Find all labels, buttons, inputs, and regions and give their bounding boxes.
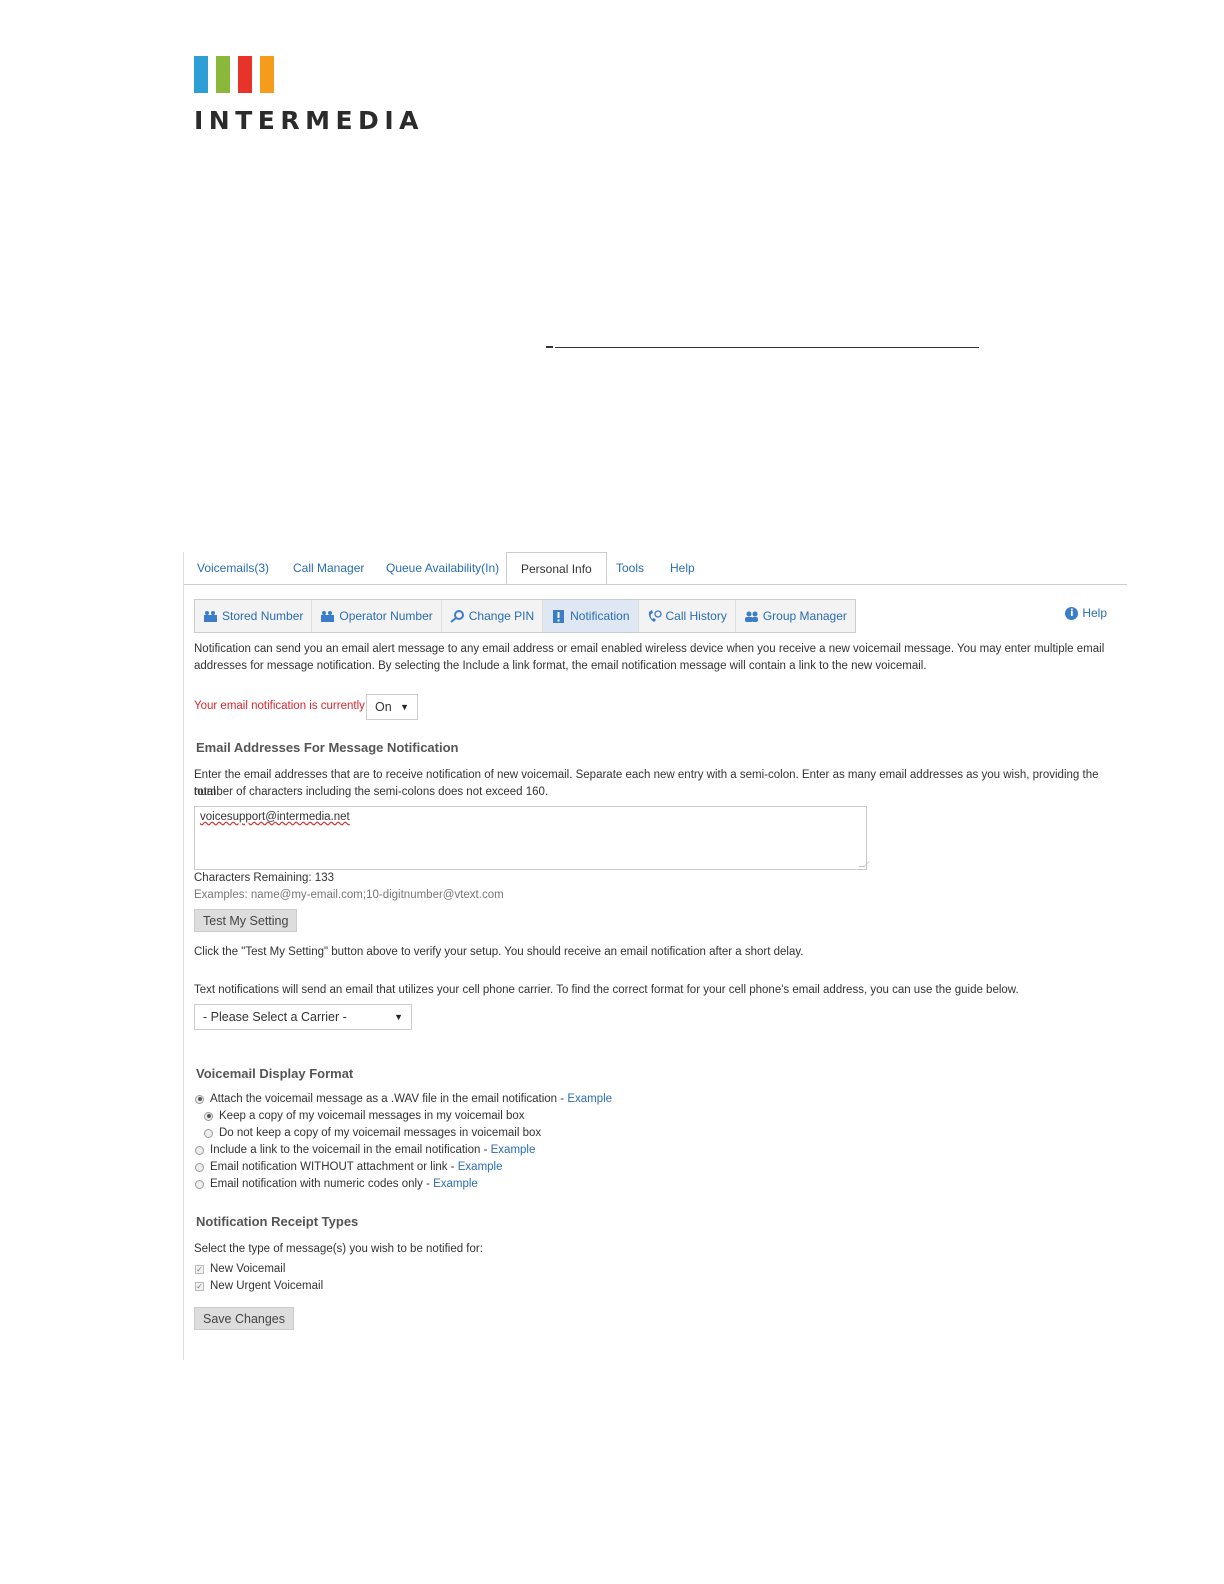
stored-number-icon <box>203 610 218 623</box>
checkbox-new-voicemail[interactable]: ✓ <box>195 1264 204 1274</box>
change-pin-icon <box>450 609 465 623</box>
checkbox-label: New Urgent Voicemail <box>210 1280 324 1292</box>
subtab-label: Change PIN <box>468 609 535 623</box>
format-option-keep-copy[interactable]: Keep a copy of my voicemail messages in … <box>204 1110 525 1122</box>
subtab-stored-number[interactable]: Stored Number <box>195 600 313 632</box>
radio-no-copy[interactable] <box>204 1128 213 1138</box>
tab-tools[interactable]: Tools <box>616 561 644 575</box>
notification-icon <box>551 609 566 623</box>
subtab-label: Call History <box>665 609 727 623</box>
help-label: Help <box>1082 606 1107 620</box>
subtab-notification[interactable]: Notification <box>543 600 639 632</box>
intro-line-1: Notification can send you an email alert… <box>194 643 1105 655</box>
receipt-new-urgent-voicemail[interactable]: ✓ New Urgent Voicemail <box>195 1280 323 1292</box>
subtab-label: Group Manager <box>762 609 847 623</box>
operator-number-icon <box>320 610 335 623</box>
sub-navigation: Stored Number Operator Number Change PIN… <box>194 599 856 633</box>
format-section-heading: Voicemail Display Format <box>196 1066 354 1081</box>
receipt-description: Select the type of message(s) you wish t… <box>194 1243 483 1255</box>
resize-grip-icon[interactable] <box>858 861 870 867</box>
chevron-down-icon: ▼ <box>400 702 409 712</box>
radio-keep-copy[interactable] <box>204 1111 213 1121</box>
email-addresses-value: voicesupport@intermedia.net <box>200 811 350 823</box>
notification-status-value: On <box>375 700 392 714</box>
checkbox-new-urgent-voicemail[interactable]: ✓ <box>195 1281 204 1291</box>
radio-include-link[interactable] <box>195 1145 204 1155</box>
tab-help[interactable]: Help <box>670 561 695 575</box>
option-label: Attach the voicemail message as a .WAV f… <box>210 1093 613 1105</box>
example-link[interactable]: Example <box>433 1178 478 1190</box>
subtab-change-pin[interactable]: Change PIN <box>442 600 544 632</box>
top-navigation: Voicemails(3) Call Manager Queue Availab… <box>184 552 1127 585</box>
email-addresses-textarea[interactable]: voicesupport@intermedia.net <box>194 806 870 870</box>
help-link[interactable]: i Help <box>1065 606 1107 620</box>
example-link[interactable]: Example <box>567 1093 612 1105</box>
tab-voicemails[interactable]: Voicemails(3) <box>197 561 269 575</box>
subtab-label: Stored Number <box>222 609 304 623</box>
tab-queue-availability[interactable]: Queue Availability(In) <box>386 561 499 575</box>
receipt-new-voicemail[interactable]: ✓ New Voicemail <box>195 1263 285 1275</box>
notification-status-label: Your email notification is currently <box>194 700 365 712</box>
subtab-group-manager[interactable]: Group Manager <box>736 600 855 632</box>
carrier-select[interactable]: - Please Select a Carrier - ▼ <box>194 1004 412 1030</box>
option-label: Keep a copy of my voicemail messages in … <box>219 1110 525 1122</box>
email-section-heading: Email Addresses For Message Notification <box>196 740 459 755</box>
tab-personal-info[interactable]: Personal Info <box>506 552 607 584</box>
save-changes-button[interactable]: Save Changes <box>194 1307 295 1330</box>
example-link[interactable]: Example <box>458 1161 503 1173</box>
option-label: Do not keep a copy of my voicemail messa… <box>219 1127 542 1139</box>
logo-bar-green <box>216 56 230 93</box>
format-option-no-copy[interactable]: Do not keep a copy of my voicemail messa… <box>204 1127 541 1139</box>
subtab-label: Operator Number <box>339 609 433 623</box>
radio-attach-wav[interactable] <box>195 1094 204 1104</box>
logo-bar-blue <box>194 56 208 93</box>
format-option-numeric-codes[interactable]: Email notification with numeric codes on… <box>195 1178 478 1190</box>
notification-settings-panel: Voicemails(3) Call Manager Queue Availab… <box>183 552 1127 1360</box>
test-setting-description: Click the "Test My Setting" button above… <box>194 946 804 958</box>
option-label: Include a link to the voicemail in the e… <box>210 1144 536 1156</box>
call-history-icon <box>647 609 662 623</box>
characters-remaining: Characters Remaining: 133 <box>194 872 334 884</box>
text-notification-description: Text notifications will send an email th… <box>194 984 1019 996</box>
decorative-rule <box>555 347 979 348</box>
carrier-select-value: - Please Select a Carrier - <box>203 1010 347 1024</box>
checkbox-label: New Voicemail <box>210 1263 286 1275</box>
format-option-no-attachment[interactable]: Email notification WITHOUT attachment or… <box>195 1161 503 1173</box>
option-label: Email notification WITHOUT attachment or… <box>210 1161 503 1173</box>
email-desc-line-2: number of characters including the semi-… <box>194 786 549 798</box>
subtab-operator-number[interactable]: Operator Number <box>312 600 442 632</box>
logo-bars <box>194 56 424 93</box>
test-my-setting-button[interactable]: Test My Setting <box>194 909 298 932</box>
decorative-dash <box>546 346 553 348</box>
intermedia-logo: INTERMEDIA <box>194 56 424 135</box>
logo-bar-orange <box>260 56 274 93</box>
help-icon: i <box>1065 606 1079 620</box>
example-link[interactable]: Example <box>491 1144 536 1156</box>
logo-text: INTERMEDIA <box>194 106 424 135</box>
chevron-down-icon: ▼ <box>394 1012 403 1022</box>
subtab-label: Notification <box>570 609 630 623</box>
subtab-call-history[interactable]: Call History <box>639 600 736 632</box>
receipt-section-heading: Notification Receipt Types <box>196 1214 359 1229</box>
intro-line-2: addresses for message notification. By s… <box>194 660 927 672</box>
format-option-include-link[interactable]: Include a link to the voicemail in the e… <box>195 1144 535 1156</box>
radio-no-attachment[interactable] <box>195 1162 204 1172</box>
logo-bar-red <box>238 56 252 93</box>
tab-call-manager[interactable]: Call Manager <box>293 561 364 575</box>
option-label: Email notification with numeric codes on… <box>210 1178 478 1190</box>
email-examples: Examples: name@my-email.com;10-digitnumb… <box>194 889 504 901</box>
format-option-attach-wav[interactable]: Attach the voicemail message as a .WAV f… <box>195 1093 612 1105</box>
radio-numeric-codes[interactable] <box>195 1179 204 1189</box>
group-manager-icon <box>744 610 759 623</box>
notification-status-select[interactable]: On ▼ <box>366 694 418 720</box>
